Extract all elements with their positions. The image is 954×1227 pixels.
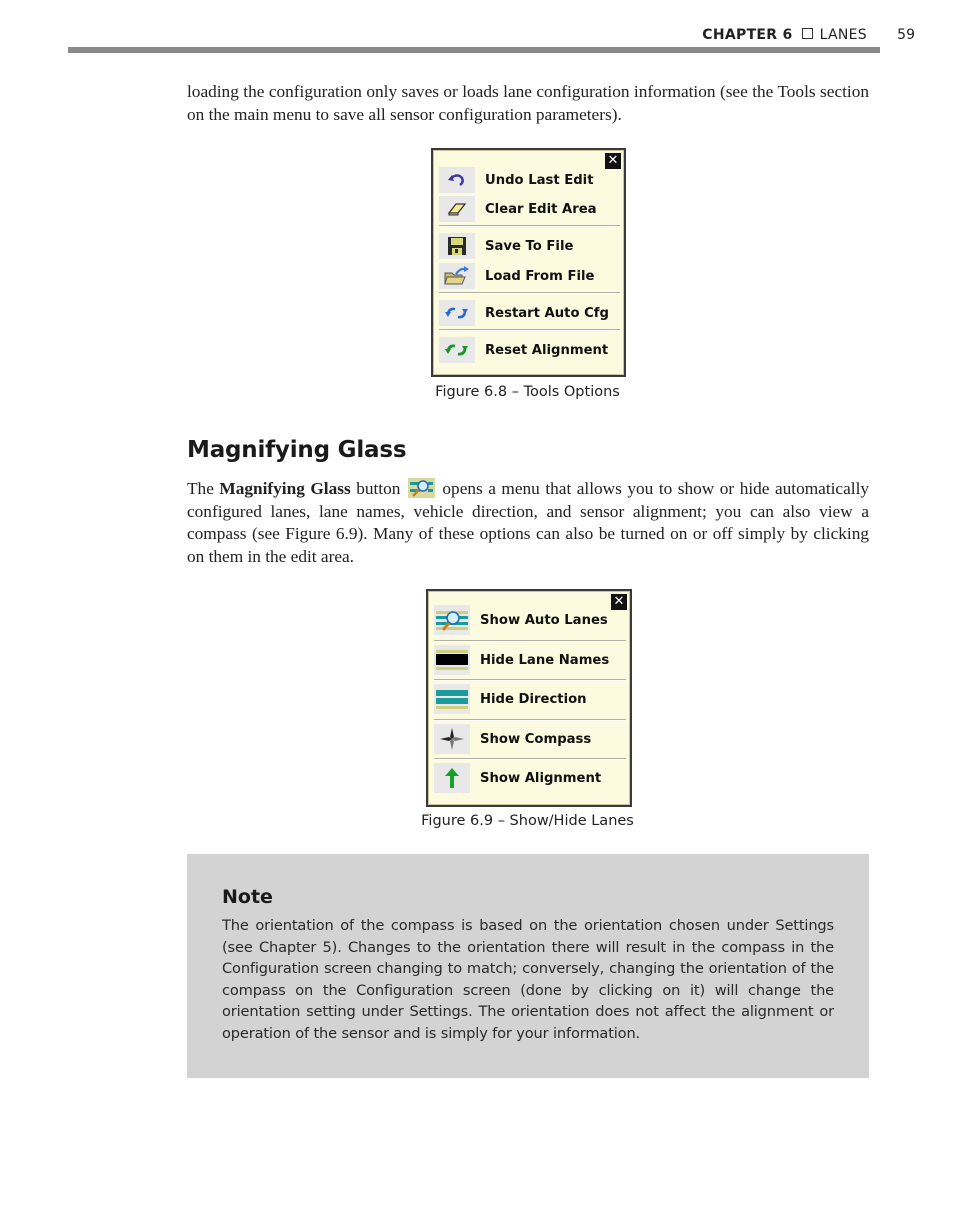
menu-label: Load From File (485, 268, 595, 284)
page-number: 59 (897, 27, 915, 43)
menu-item-reset-alignment[interactable]: Reset Alignment (439, 335, 620, 365)
figure-caption: Figure 6.8 – Tools Options (435, 384, 620, 400)
header-rule (68, 47, 880, 53)
section-label: LANES (819, 27, 867, 43)
menu-label: Show Alignment (480, 770, 602, 786)
menu-label: Reset Alignment (485, 342, 609, 358)
compass-icon (434, 724, 470, 754)
section-title: Magnifying Glass (187, 437, 407, 463)
eraser-icon (439, 196, 475, 222)
menu-item-hide-direction[interactable]: Hide Direction (434, 683, 626, 715)
menu-item-save-to-file[interactable]: Save To File (439, 231, 620, 261)
menu-label: Undo Last Edit (485, 172, 594, 188)
menu-label: Restart Auto Cfg (485, 305, 609, 321)
menu-label: Hide Direction (480, 691, 587, 707)
menu-item-clear-edit-area[interactable]: Clear Edit Area (439, 194, 620, 224)
magnifying-glass-paragraph: The Magnifying Glass button opens a menu… (187, 478, 869, 568)
teal-lanes-icon (434, 684, 470, 714)
menu-item-undo-last-edit[interactable]: Undo Last Edit (439, 165, 620, 195)
menu-separator (434, 758, 626, 760)
blue-refresh-arrows-icon (439, 300, 475, 326)
menu-label: Clear Edit Area (485, 201, 597, 217)
menu-item-load-from-file[interactable]: Load From File (439, 261, 620, 291)
note-body: The orientation of the compass is based … (222, 917, 834, 1042)
menu-item-show-alignment[interactable]: Show Alignment (434, 762, 626, 794)
menu-separator (439, 225, 620, 227)
menu-item-hide-lane-names[interactable]: Hide Lane Names (434, 644, 626, 676)
magnifying-glass-button-icon (407, 478, 435, 498)
green-up-arrow-icon (434, 763, 470, 793)
menu-separator (434, 640, 626, 642)
magnifier-lanes-icon (434, 605, 470, 635)
menu-item-show-compass[interactable]: Show Compass (434, 723, 626, 755)
chapter-label: CHAPTER 6 (702, 27, 793, 43)
note-title: Note (222, 886, 273, 908)
floppy-disk-icon (439, 233, 475, 259)
text: button (350, 479, 406, 498)
menu-label: Show Compass (480, 731, 592, 747)
undo-icon (439, 167, 475, 193)
menu-separator (434, 719, 626, 721)
menu-label: Show Auto Lanes (480, 612, 608, 628)
text: The (187, 479, 220, 498)
figure-caption: Figure 6.9 – Show/Hide Lanes (421, 813, 634, 829)
note-box: Note The orientation of the compass is b… (187, 854, 869, 1078)
menu-label: Hide Lane Names (480, 652, 610, 668)
show-hide-lanes-menu: ✕ Show Auto Lanes Hide Lane Names Hide D… (426, 589, 632, 807)
menu-separator (434, 679, 626, 681)
green-refresh-arrows-icon (439, 337, 475, 363)
separator-box-icon (801, 28, 813, 39)
bold-term: Magnifying Glass (219, 479, 351, 498)
tools-options-menu: ✕ Undo Last Edit Clear Edit Area Save To… (431, 148, 626, 377)
open-folder-icon (439, 263, 475, 289)
chapter-heading: CHAPTER 6 LANES (702, 27, 867, 43)
menu-item-restart-auto-cfg[interactable]: Restart Auto Cfg (439, 298, 620, 328)
menu-label: Save To File (485, 238, 574, 254)
black-lane-bar-icon (434, 645, 470, 675)
intro-paragraph: loading the configuration only saves or … (187, 82, 869, 124)
menu-separator (439, 329, 620, 331)
menu-separator (439, 292, 620, 294)
menu-item-show-auto-lanes[interactable]: Show Auto Lanes (434, 604, 626, 636)
